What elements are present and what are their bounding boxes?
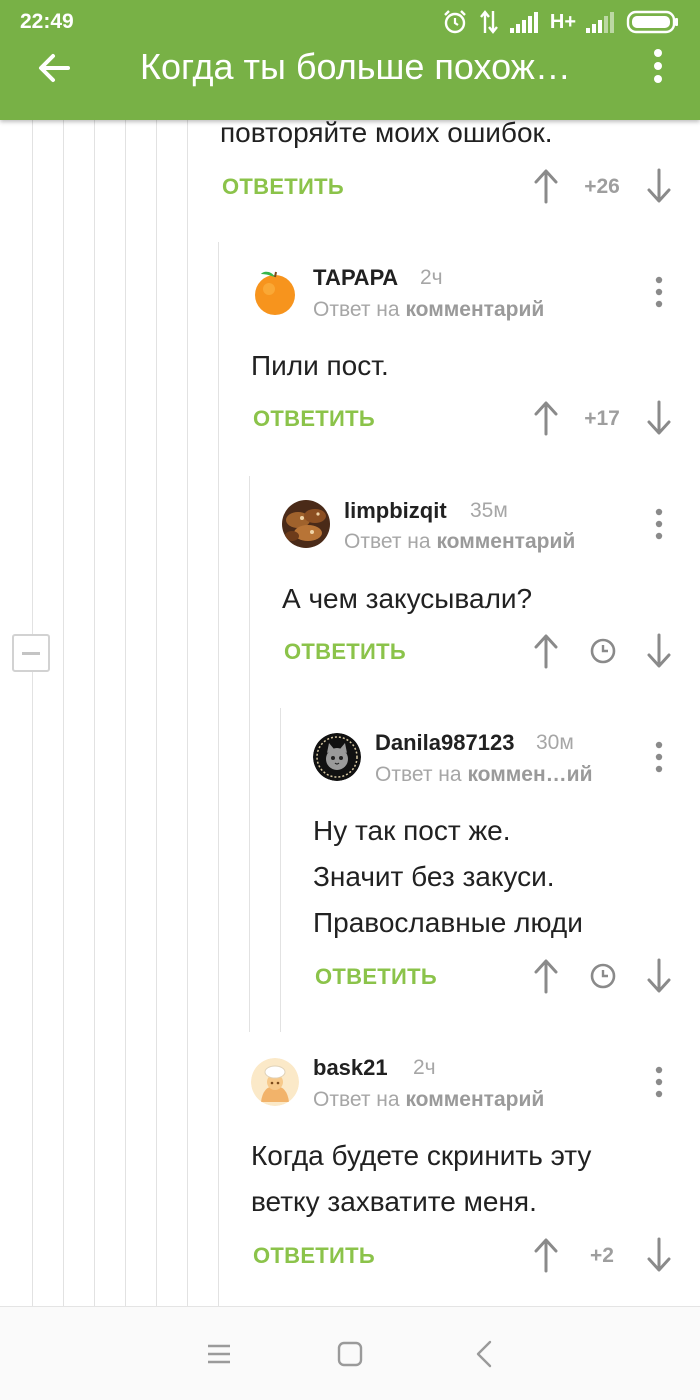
downvote-icon[interactable] [646, 1237, 672, 1273]
reply-to-link[interactable]: комментарий [436, 530, 575, 553]
comment-text-line: Православные люди [313, 907, 583, 938]
comment-text: Пили пост. [251, 350, 389, 381]
back-arrow-icon[interactable] [34, 48, 74, 88]
comment-rating: +26 [584, 175, 620, 198]
reply-to-link[interactable]: комментарий [405, 1088, 544, 1111]
back-icon[interactable] [468, 1337, 502, 1371]
reply-to-prefix: Ответ на [313, 1088, 400, 1111]
system-nav-bar [0, 1306, 700, 1400]
data-transfer-icon [478, 9, 500, 35]
recent-apps-icon[interactable] [202, 1337, 236, 1371]
reply-to-link[interactable]: коммен…ий [467, 763, 592, 786]
downvote-icon[interactable] [646, 168, 672, 204]
downvote-icon[interactable] [646, 958, 672, 994]
comment-rating: +2 [590, 1244, 614, 1267]
reply-button[interactable]: ОТВЕТИТЬ [222, 174, 344, 200]
reply-to: Ответ на комментарий [313, 298, 544, 322]
upvote-icon[interactable] [533, 633, 559, 669]
thread-line [125, 120, 126, 1306]
home-icon[interactable] [333, 1337, 367, 1371]
orange-avatar[interactable] [251, 268, 299, 316]
page-title: Когда ты больше похож… [140, 46, 571, 87]
alarm-icon [442, 9, 468, 35]
network-type: H+ [549, 10, 576, 33]
downvote-icon[interactable] [646, 400, 672, 436]
reply-to: Ответ на комментарий [344, 530, 575, 554]
reply-button[interactable]: ОТВЕТИТЬ [253, 406, 375, 432]
reply-to-prefix: Ответ на [313, 298, 400, 321]
reply-to: Ответ на комментарий [313, 1088, 544, 1112]
upvote-icon[interactable] [533, 958, 559, 994]
comment-time: 35м [470, 499, 508, 522]
thread-line [32, 120, 33, 1306]
comment-time: 2ч [413, 1056, 436, 1079]
thread-line [218, 242, 219, 1306]
thread-line [94, 120, 95, 1306]
reply-to-link[interactable]: комментарий [405, 298, 544, 321]
thread-line [187, 120, 188, 1306]
comment-menu-icon[interactable] [652, 740, 666, 774]
comment-text-line: ветку захватите меня. [251, 1186, 537, 1217]
upvote-icon[interactable] [533, 400, 559, 436]
username[interactable]: bask21 [313, 1055, 388, 1081]
comment-time: 2ч [420, 266, 443, 289]
clock-icon [590, 963, 616, 989]
comment-menu-icon[interactable] [652, 275, 666, 309]
reply-button[interactable]: ОТВЕТИТЬ [253, 1243, 375, 1269]
comment-time: 30м [536, 731, 574, 754]
comment-menu-icon[interactable] [652, 1065, 666, 1099]
status-icons: H+ [442, 8, 680, 36]
comment-text-line: Значит без закуси. [313, 861, 555, 892]
status-time: 22:49 [20, 10, 74, 33]
reply-to: Ответ на коммен…ий [375, 763, 592, 787]
upvote-icon[interactable] [533, 168, 559, 204]
upvote-icon[interactable] [533, 1237, 559, 1273]
comment-rating: +17 [584, 407, 620, 430]
clock-icon [590, 638, 616, 664]
reply-to-prefix: Ответ на [375, 763, 462, 786]
thread-line [280, 708, 281, 1032]
downvote-icon[interactable] [646, 633, 672, 669]
thread-line [63, 120, 64, 1306]
comment-text-line: Когда будете скринить эту [251, 1140, 592, 1171]
chef-avatar[interactable] [251, 1058, 299, 1106]
comment-text-line: Ну так пост же. [313, 815, 511, 846]
overflow-menu-icon[interactable] [644, 46, 672, 86]
app-header: 22:49 H+ Когда ты больше похож… [0, 0, 700, 120]
reply-button[interactable]: ОТВЕТИТЬ [284, 639, 406, 665]
thread-line [156, 120, 157, 1306]
collapse-thread-button[interactable] [12, 634, 50, 672]
reply-button[interactable]: ОТВЕТИТЬ [315, 964, 437, 990]
food-photo-avatar[interactable] [282, 500, 330, 548]
username[interactable]: limpbizqit [344, 498, 447, 524]
comment-text: А чем закусывали? [282, 583, 533, 614]
signal-icon [586, 11, 616, 33]
cat-badge-avatar[interactable] [313, 733, 361, 781]
battery-icon [626, 10, 680, 34]
username[interactable]: Danila987123 [375, 730, 514, 756]
reply-to-prefix: Ответ на [344, 530, 431, 553]
signal-icon [509, 11, 540, 33]
comment-menu-icon[interactable] [652, 507, 666, 541]
username[interactable]: ТАРАРА [313, 265, 398, 291]
thread-line [249, 476, 250, 1032]
